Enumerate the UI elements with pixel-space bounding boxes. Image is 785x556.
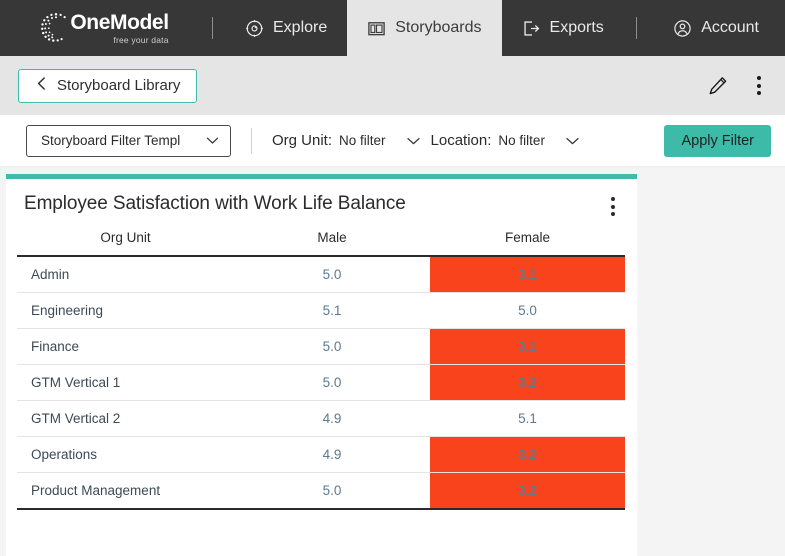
cell-male: 5.1 [234, 293, 430, 329]
cell-male: 5.0 [234, 329, 430, 365]
storyboard-card: Employee Satisfaction with Work Life Bal… [6, 174, 637, 556]
cell-female: 3.2 [430, 365, 625, 401]
table-header-row: Org Unit Male Female [17, 230, 625, 256]
kebab-dot [611, 205, 615, 209]
nav-item-exports[interactable]: Exports [502, 0, 624, 56]
storyboard-canvas: Employee Satisfaction with Work Life Bal… [0, 167, 785, 556]
cell-male: 5.0 [234, 365, 430, 401]
satisfaction-table: Org Unit Male Female Admin5.03.1Engineer… [17, 230, 625, 510]
storyboard-library-label: Storyboard Library [57, 77, 180, 94]
cell-female: 5.1 [430, 401, 625, 437]
cell-female: 3.1 [430, 256, 625, 293]
cell-org-unit: Finance [17, 329, 234, 365]
card-header: Employee Satisfaction with Work Life Bal… [6, 179, 637, 216]
table-row[interactable]: Engineering5.15.0 [17, 293, 625, 329]
chevron-down-icon [206, 133, 219, 148]
nav-divider-2 [636, 17, 637, 39]
filter-template-select[interactable]: Storyboard Filter Templ [26, 125, 231, 157]
brand-logo[interactable]: OneModel free your data [0, 0, 200, 56]
compass-icon [245, 19, 264, 38]
nav-item-explore-label: Explore [273, 19, 327, 37]
nav-item-storyboards[interactable]: Storyboards [347, 0, 501, 56]
apply-filter-button[interactable]: Apply Filter [664, 125, 771, 157]
table-row[interactable]: GTM Vertical 15.03.2 [17, 365, 625, 401]
storyboard-library-button[interactable]: Storyboard Library [18, 69, 197, 103]
top-navigation-bar: OneModel free your data Explore Storyboa… [0, 0, 785, 56]
location-filter[interactable]: Location: No filter [431, 132, 545, 149]
brand-name: OneModel [70, 12, 168, 33]
location-chevron-down-icon[interactable] [565, 136, 580, 146]
table-body: Admin5.03.1Engineering5.15.0Finance5.03.… [17, 256, 625, 509]
cell-female: 3.2 [430, 473, 625, 510]
org-unit-value[interactable]: No filter [339, 133, 386, 148]
cell-male: 4.9 [234, 437, 430, 473]
chevron-left-icon [35, 76, 48, 95]
cell-male: 4.9 [234, 401, 430, 437]
kebab-dot [611, 197, 615, 201]
card-title: Employee Satisfaction with Work Life Bal… [24, 193, 406, 215]
storyboard-toolbar: Storyboard Library [0, 56, 785, 115]
toolbar-actions [707, 72, 771, 99]
org-unit-label: Org Unit: [272, 132, 332, 149]
cell-female: 5.0 [430, 293, 625, 329]
cell-org-unit: Operations [17, 437, 234, 473]
filter-bar: Storyboard Filter Templ Org Unit: No fil… [0, 115, 785, 167]
brand-tagline: free your data [70, 36, 168, 45]
cell-female: 3.2 [430, 437, 625, 473]
nav-item-account-label: Account [701, 19, 759, 37]
cell-org-unit: GTM Vertical 1 [17, 365, 234, 401]
table-row[interactable]: Finance5.03.1 [17, 329, 625, 365]
cell-male: 5.0 [234, 473, 430, 510]
kebab-dot [757, 84, 761, 88]
pencil-icon[interactable] [707, 75, 729, 97]
filter-template-value: Storyboard Filter Templ [41, 133, 180, 148]
onemodel-dots-logo-icon [39, 11, 73, 45]
org-unit-filter[interactable]: Org Unit: No filter [272, 132, 386, 149]
kebab-dot [611, 212, 615, 216]
kebab-dot [757, 91, 761, 95]
kebab-menu-icon[interactable] [751, 72, 767, 99]
card-kebab-menu-icon[interactable] [605, 193, 621, 216]
location-value[interactable]: No filter [498, 133, 545, 148]
column-header-org-unit[interactable]: Org Unit [17, 230, 234, 256]
table-head: Org Unit Male Female [17, 230, 625, 256]
cell-org-unit: Engineering [17, 293, 234, 329]
layout-icon [367, 19, 386, 38]
table-row[interactable]: GTM Vertical 24.95.1 [17, 401, 625, 437]
cell-org-unit: Product Management [17, 473, 234, 510]
account-icon [673, 19, 692, 38]
table-row[interactable]: Product Management5.03.2 [17, 473, 625, 510]
column-header-female[interactable]: Female [430, 230, 625, 256]
export-icon [522, 19, 541, 38]
cell-male: 5.0 [234, 256, 430, 293]
table-row[interactable]: Admin5.03.1 [17, 256, 625, 293]
cell-female: 3.1 [430, 329, 625, 365]
column-header-male[interactable]: Male [234, 230, 430, 256]
kebab-dot [757, 76, 761, 80]
nav-item-exports-label: Exports [550, 19, 604, 37]
nav-item-explore[interactable]: Explore [225, 0, 347, 56]
filter-divider [251, 128, 252, 154]
nav-item-storyboards-label: Storyboards [395, 19, 481, 37]
org-unit-chevron-down-icon[interactable] [406, 136, 421, 146]
table-row[interactable]: Operations4.93.2 [17, 437, 625, 473]
cell-org-unit: GTM Vertical 2 [17, 401, 234, 437]
location-label: Location: [431, 132, 492, 149]
nav-divider-1 [212, 17, 213, 39]
cell-org-unit: Admin [17, 256, 234, 293]
nav-item-account[interactable]: Account [653, 0, 785, 56]
